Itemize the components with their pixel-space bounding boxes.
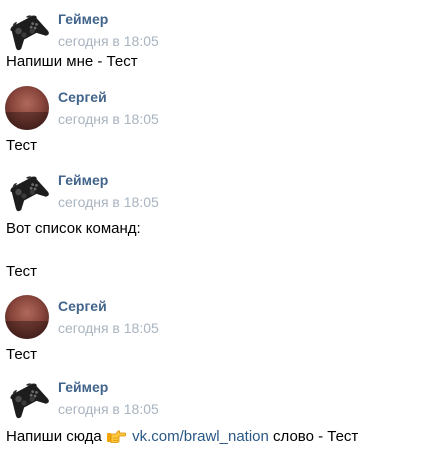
gamepad-icon[interactable] [5, 169, 49, 213]
message-text: Тест [6, 263, 38, 280]
author-name[interactable]: Геймер [58, 379, 108, 395]
message-text: Тест [6, 346, 38, 363]
avatar[interactable] [5, 86, 49, 130]
message-time[interactable]: сегодня в 18:05 [58, 401, 159, 417]
author-name[interactable]: Сергей [58, 89, 107, 105]
message-text: Напиши мне - Тест [6, 53, 138, 70]
author-name[interactable]: Геймер [58, 172, 108, 188]
author-name[interactable]: Геймер [58, 11, 108, 27]
avatar[interactable] [5, 295, 49, 339]
message-text: Тест [6, 137, 38, 154]
message-time[interactable]: сегодня в 18:05 [58, 194, 159, 210]
message-link[interactable]: vk.com/brawl_nation [132, 428, 269, 445]
gamepad-icon[interactable] [5, 8, 49, 52]
message-text-before: Напиши сюда [6, 428, 102, 445]
message-time[interactable]: сегодня в 18:05 [58, 33, 159, 49]
message-time[interactable]: сегодня в 18:05 [58, 111, 159, 127]
message-time[interactable]: сегодня в 18:05 [58, 320, 159, 336]
author-name[interactable]: Сергей [58, 298, 107, 314]
message-text: Вот список команд: [6, 220, 141, 237]
pointing-hand-icon [106, 428, 127, 448]
message-text-after: слово - Тест [273, 428, 359, 445]
gamepad-icon[interactable] [5, 376, 49, 420]
message-text: Напиши сюда vk.com/brawl_nation слово - … [6, 428, 358, 448]
